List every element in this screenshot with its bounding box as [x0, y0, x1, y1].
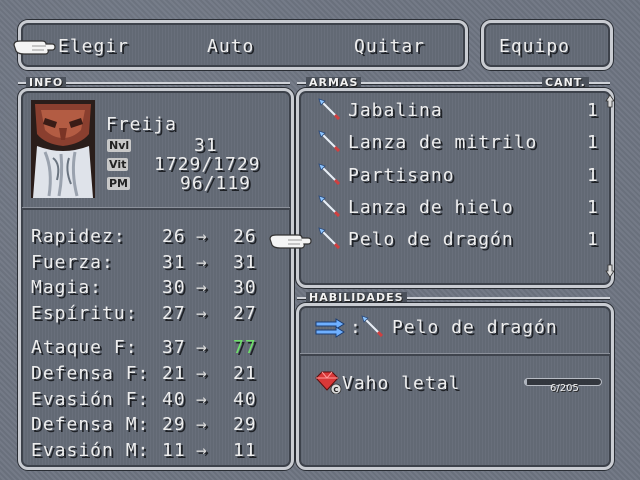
equipo-button[interactable]: Equipo — [499, 36, 570, 57]
weapon-item-quantity: 1 — [587, 132, 599, 153]
ap-progress-fill — [525, 379, 528, 385]
character-name: Freija — [106, 114, 178, 135]
ability-name: Vaho letal — [342, 373, 461, 394]
freija-portrait — [31, 100, 95, 198]
stat-label: Rapidez: — [31, 226, 126, 247]
stat-arrow-icon: → — [196, 303, 208, 324]
weapon-item-name[interactable]: Jabalina — [348, 100, 443, 121]
stat-label: Fuerza: — [31, 252, 114, 273]
weapon-item-quantity: 1 — [587, 197, 599, 218]
weapon-item-quantity: 1 — [587, 229, 599, 250]
stat-label: Defensa M: — [31, 414, 150, 435]
level-label: Nvl — [107, 139, 132, 152]
stat-arrow-icon: → — [196, 440, 208, 461]
scroll-up-icon[interactable] — [605, 94, 615, 108]
ap-value: 6/205 — [550, 383, 579, 394]
stat-arrow-icon: → — [196, 414, 208, 435]
stat-label: Espíritu: — [31, 303, 138, 324]
stat-new-value: 77 — [233, 337, 257, 358]
weapon-item-name[interactable]: Lanza de hielo — [348, 197, 514, 218]
mp-value: 96/119 — [180, 173, 252, 194]
quitar-option[interactable]: Quitar — [354, 36, 425, 57]
hp-value: 1729/1729 — [154, 154, 261, 175]
stat-current-value: 31 — [162, 252, 186, 273]
stat-current-value: 11 — [162, 440, 186, 461]
stat-new-value: 31 — [233, 252, 257, 273]
weapon-item-quantity: 1 — [587, 100, 599, 121]
spear-icon — [361, 315, 383, 337]
stat-current-value: 27 — [162, 303, 186, 324]
ability-gem-icon: C — [315, 371, 342, 394]
stat-new-value: 26 — [233, 226, 257, 247]
elegir-option[interactable]: Elegir — [58, 36, 129, 57]
weapon-slot-icon — [315, 318, 345, 338]
stat-label: Evasión F: — [31, 389, 150, 410]
weapon-item-name[interactable]: Partisano — [348, 165, 455, 186]
weapon-item-name[interactable]: Lanza de mitrilo — [348, 132, 537, 153]
spear-icon — [318, 163, 341, 186]
info-divider — [22, 207, 290, 210]
stat-new-value: 30 — [233, 277, 257, 298]
stat-arrow-icon: → — [196, 337, 208, 358]
mp-label: PM — [107, 177, 131, 190]
stat-current-value: 26 — [162, 226, 186, 247]
spear-icon — [318, 227, 341, 250]
svg-text:C: C — [333, 386, 338, 394]
stat-label: Ataque F: — [31, 337, 138, 358]
stat-current-value: 37 — [162, 337, 186, 358]
abilities-divider — [300, 353, 610, 356]
spear-icon — [318, 195, 341, 218]
stat-new-value: 29 — [233, 414, 257, 435]
weapons-panel — [296, 88, 614, 288]
level-value: 31 — [194, 135, 218, 156]
stat-label: Defensa F: — [31, 363, 150, 384]
stat-label: Magia: — [31, 277, 103, 298]
spear-icon — [318, 98, 341, 121]
stat-arrow-icon: → — [196, 277, 208, 298]
weapon-pointer-hand-icon — [269, 234, 312, 249]
spear-icon — [318, 130, 341, 153]
weapon-item-name[interactable]: Pelo de dragón — [348, 229, 514, 250]
stat-current-value: 40 — [162, 389, 186, 410]
stat-new-value: 21 — [233, 363, 257, 384]
stat-new-value: 11 — [233, 440, 257, 461]
pointer-hand-icon — [13, 40, 56, 55]
stat-current-value: 30 — [162, 277, 186, 298]
stat-new-value: 40 — [233, 389, 257, 410]
auto-option[interactable]: Auto — [207, 36, 254, 57]
weapon-item-quantity: 1 — [587, 165, 599, 186]
scroll-down-icon[interactable] — [605, 264, 615, 278]
stat-new-value: 27 — [233, 303, 257, 324]
equipped-weapon-name: Pelo de dragón — [392, 317, 558, 338]
stat-current-value: 21 — [162, 363, 186, 384]
stat-arrow-icon: → — [196, 252, 208, 273]
stat-label: Evasión M: — [31, 440, 150, 461]
stat-arrow-icon: → — [196, 389, 208, 410]
stat-arrow-icon: → — [196, 363, 208, 384]
stat-current-value: 29 — [162, 414, 186, 435]
hp-label: Vit — [107, 158, 129, 171]
stat-arrow-icon: → — [196, 226, 208, 247]
